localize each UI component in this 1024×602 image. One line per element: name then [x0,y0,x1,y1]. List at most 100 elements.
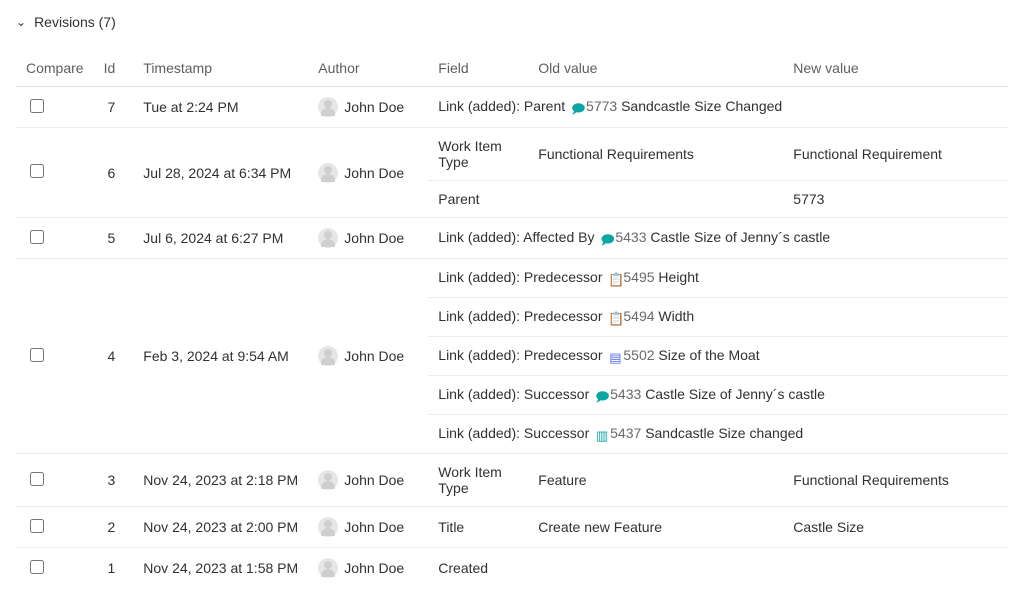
link-prefix: Link (added): Successor [438,425,593,441]
revisions-header[interactable]: ⌄ Revisions (7) [16,14,1008,30]
link-change: Link (added): Parent 🗩5773 Sandcastle Si… [428,87,1008,128]
link-prefix: Link (added): Affected By [438,229,598,245]
col-id: Id [94,50,134,87]
table-row: 6Jul 28, 2024 at 6:34 PMJohn DoeWork Ite… [16,128,1008,181]
compare-checkbox[interactable] [30,164,44,178]
new-value: Functional Requirement [783,128,1008,181]
link-prefix: Link (added): Predecessor [438,347,606,363]
work-item-title: Size of the Moat [658,347,759,363]
work-item-title: Castle Size of Jenny´s castle [650,229,830,245]
bubble-icon: 🗩 [595,390,609,404]
new-value: 5773 [783,181,1008,218]
work-item-id[interactable]: 5502 [623,347,654,363]
author-name: John Doe [344,519,404,535]
work-item-title: Sandcastle Size changed [645,425,803,441]
work-item-title: Height [658,269,698,285]
bubble-icon: 🗩 [600,233,614,247]
revision-author: John Doe [308,548,428,589]
compare-checkbox[interactable] [30,99,44,113]
revision-timestamp: Feb 3, 2024 at 9:54 AM [133,259,308,454]
old-value: Feature [528,454,783,507]
avatar [318,346,338,366]
table-row: 5Jul 6, 2024 at 6:27 PM John Doe Link (add… [16,218,1008,259]
old-value [528,548,783,589]
table-row: 1Nov 24, 2023 at 1:58 PMJohn DoeCreated [16,548,1008,589]
compare-checkbox[interactable] [30,472,44,486]
author-name: John Doe [344,472,404,488]
col-timestamp: Timestamp [133,50,308,87]
bubble-icon: 🗩 [571,102,585,116]
books-icon: ▥ [595,429,609,443]
revision-timestamp: Jul 6, 2024 at 6:27 PM [133,218,308,259]
compare-checkbox[interactable] [30,348,44,362]
link-change: Link (added): Successor 🗩5433 Castle Siz… [428,376,1008,415]
new-value: Functional Requirements [783,454,1008,507]
link-prefix: Link (added): Predecessor [438,308,606,324]
work-item-id[interactable]: 5437 [610,425,641,441]
link-change: Link (added): Affected By 🗩5433 Castle S… [428,218,1008,259]
revision-author: John Doe [308,507,428,548]
col-author: Author [308,50,428,87]
revision-id: 7 [94,87,134,128]
field-name: Work Item Type [428,454,528,507]
old-value [528,181,783,218]
work-item-id[interactable]: 5433 [610,386,641,402]
link-prefix: Link (added): Parent [438,98,569,114]
new-value: Castle Size [783,507,1008,548]
compare-checkbox[interactable] [30,519,44,533]
revision-timestamp: Nov 24, 2023 at 2:18 PM [133,454,308,507]
field-name: Parent [428,181,528,218]
link-change: Link (added): Predecessor 📋5494 Width [428,298,1008,337]
col-new: New value [783,50,1008,87]
author-name: John Doe [344,230,404,246]
work-item-id[interactable]: 5495 [623,269,654,285]
section-title: Revisions (7) [34,14,116,30]
field-name: Title [428,507,528,548]
revision-timestamp: Jul 28, 2024 at 6:34 PM [133,128,308,218]
author-name: John Doe [344,99,404,115]
author-name: John Doe [344,348,404,364]
new-value [783,548,1008,589]
col-field: Field [428,50,528,87]
work-item-id[interactable]: 5494 [623,308,654,324]
revision-id: 3 [94,454,134,507]
link-prefix: Link (added): Predecessor [438,269,606,285]
old-value: Functional Requirements [528,128,783,181]
avatar [318,97,338,117]
badge-icon: 📋 [608,273,622,287]
col-old: Old value [528,50,783,87]
field-name: Created [428,548,528,589]
revision-timestamp: Nov 24, 2023 at 2:00 PM [133,507,308,548]
author-name: John Doe [344,560,404,576]
revision-author: John Doe [308,128,428,218]
work-item-id[interactable]: 5773 [586,98,617,114]
table-row: 2Nov 24, 2023 at 2:00 PMJohn DoeTitleCre… [16,507,1008,548]
avatar [318,517,338,537]
chevron-down-icon: ⌄ [16,15,26,29]
revision-timestamp: Nov 24, 2023 at 1:58 PM [133,548,308,589]
avatar [318,558,338,578]
avatar [318,470,338,490]
old-value: Create new Feature [528,507,783,548]
table-row: 4Feb 3, 2024 at 9:54 AMJohn DoeLink (add… [16,259,1008,298]
field-name: Work Item Type [428,128,528,181]
work-item-title: Width [658,308,694,324]
revision-author: John Doe [308,454,428,507]
table-header-row: Compare Id Timestamp Author Field Old va… [16,50,1008,87]
link-prefix: Link (added): Successor [438,386,593,402]
work-item-id[interactable]: 5433 [615,229,646,245]
revision-id: 5 [94,218,134,259]
revision-author: John Doe [308,259,428,454]
compare-checkbox[interactable] [30,230,44,244]
revision-author: John Doe [308,87,428,128]
author-name: John Doe [344,165,404,181]
revisions-table: Compare Id Timestamp Author Field Old va… [16,50,1008,588]
badge-icon: 📋 [608,312,622,326]
revision-timestamp: Tue at 2:24 PM [133,87,308,128]
revision-id: 4 [94,259,134,454]
avatar [318,228,338,248]
news-icon: ▤ [608,351,622,365]
work-item-title: Sandcastle Size Changed [621,98,782,114]
table-row: 7Tue at 2:24 PM John Doe Link (added): Par… [16,87,1008,128]
avatar [318,163,338,183]
